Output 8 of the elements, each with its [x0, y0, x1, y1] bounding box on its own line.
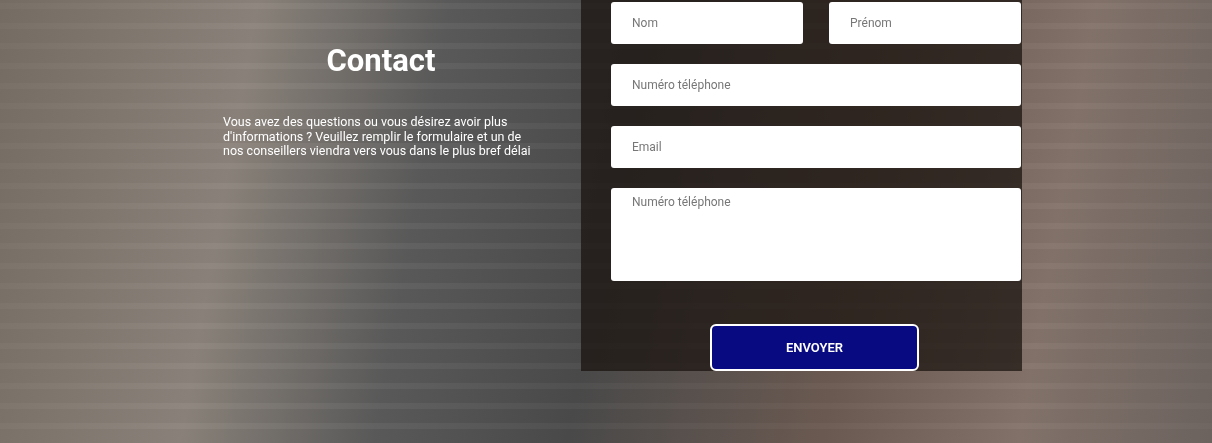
contact-title: Contact [326, 42, 436, 79]
input-field[interactable]: Numéro téléphone [611, 64, 1021, 106]
input-field[interactable]: Prénom [829, 2, 1021, 44]
contact-description: Vous avez des questions ou vous désirez avoir plus d'informations ? Veuillez remplir le formulaire et un de nos conseillers viendra vers vous dans le plus bref délai [223, 115, 532, 159]
input-field[interactable]: Nom [611, 2, 803, 44]
message-field[interactable]: Numéro téléphone [611, 188, 1021, 281]
submit-button[interactable]: ENVOYER [710, 324, 919, 371]
input-field[interactable]: Email [611, 126, 1021, 168]
